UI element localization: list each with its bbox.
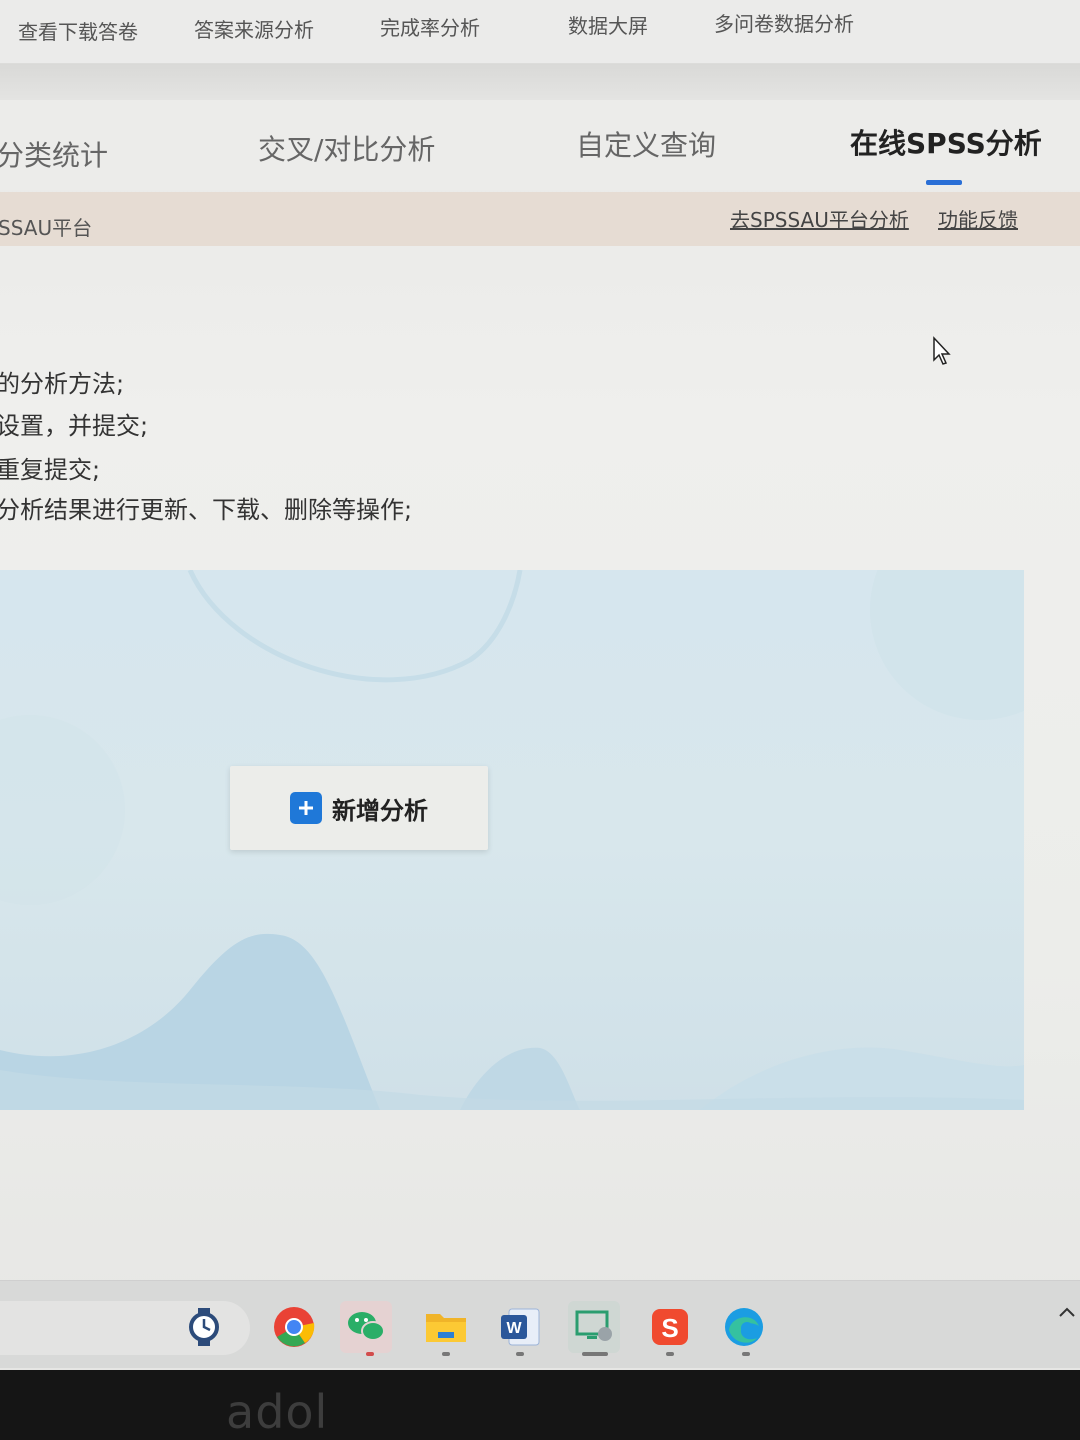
- wechat-icon[interactable]: [340, 1301, 392, 1353]
- active-tab-indicator: [926, 180, 962, 185]
- nav-answer-source[interactable]: 答案来源分析: [194, 14, 314, 43]
- laptop-bezel: [0, 1370, 1080, 1440]
- nav-download-answers[interactable]: 查看下载答卷: [18, 16, 138, 45]
- running-indicator: [666, 1352, 674, 1356]
- add-analysis-label: 新增分析: [332, 796, 428, 825]
- nav-multi-survey[interactable]: 多问卷数据分析: [714, 8, 854, 37]
- tab-custom-query[interactable]: 自定义查询: [576, 124, 716, 164]
- feedback-link[interactable]: 功能反馈: [938, 204, 1018, 233]
- svg-text:W: W: [506, 1320, 522, 1337]
- instruction-line: 的分析方法;: [0, 370, 125, 398]
- chrome-icon[interactable]: [268, 1301, 320, 1353]
- notice-text: SSAU平台: [0, 216, 93, 240]
- nav-data-dashboard[interactable]: 数据大屏: [568, 10, 648, 39]
- laptop-brand-logo: adol: [226, 1385, 329, 1439]
- word-icon[interactable]: W: [494, 1301, 546, 1353]
- running-indicator: [442, 1352, 450, 1356]
- analysis-panel: 新增分析: [0, 570, 1024, 1110]
- top-navigation: 查看下载答卷 答案来源分析 完成率分析 数据大屏 多问卷数据分析: [0, 0, 1080, 64]
- edge-icon[interactable]: [718, 1301, 770, 1353]
- tab-category-stats[interactable]: 分类统计: [0, 134, 108, 174]
- svg-text:S: S: [661, 1313, 678, 1343]
- nav-completion-rate[interactable]: 完成率分析: [380, 12, 480, 41]
- running-indicator: [742, 1352, 750, 1356]
- instruction-line: 分析结果进行更新、下载、删除等操作;: [0, 496, 413, 524]
- mouse-pointer-icon: [933, 336, 951, 365]
- file-explorer-icon[interactable]: [420, 1301, 472, 1353]
- clock-icon[interactable]: [178, 1301, 230, 1353]
- running-indicator: [516, 1352, 524, 1356]
- notice-bar: SSAU平台 去SPSSAU平台分析 功能反馈: [0, 192, 1080, 246]
- instruction-line: 重复提交;: [0, 456, 101, 484]
- screen: 查看下载答卷 答案来源分析 完成率分析 数据大屏 多问卷数据分析 分类统计 交叉…: [0, 0, 1080, 1375]
- taskbar: W S: [0, 1280, 1080, 1368]
- sogou-icon[interactable]: S: [644, 1301, 696, 1353]
- add-analysis-button[interactable]: 新增分析: [230, 766, 488, 850]
- instruction-line: 设置，并提交;: [0, 412, 149, 440]
- tab-online-spss[interactable]: 在线SPSS分析: [850, 122, 1042, 162]
- divider-band: [0, 64, 1080, 100]
- plus-icon: [290, 792, 322, 824]
- chevron-up-icon[interactable]: [1056, 1301, 1078, 1323]
- panel-decoration: [0, 570, 1024, 1110]
- remote-desktop-icon[interactable]: [568, 1301, 620, 1353]
- go-spssau-link[interactable]: 去SPSSAU平台分析: [730, 204, 909, 233]
- active-indicator: [582, 1352, 608, 1356]
- running-indicator: [366, 1352, 374, 1356]
- tab-cross-analysis[interactable]: 交叉/对比分析: [258, 128, 435, 168]
- analysis-tabs: 分类统计 交叉/对比分析 自定义查询 在线SPSS分析: [0, 100, 1080, 190]
